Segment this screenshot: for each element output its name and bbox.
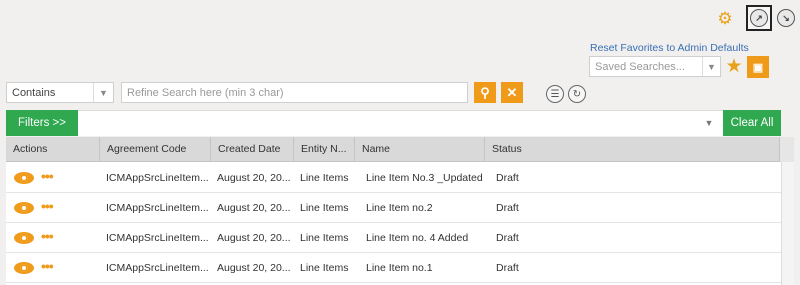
close-icon: ✕ xyxy=(506,84,518,100)
filters-button[interactable]: Filters >> xyxy=(6,110,78,136)
more-actions-icon[interactable]: ••• xyxy=(41,169,54,183)
table-row[interactable]: ••• ICMAppSrcLineItem... August 20, 20..… xyxy=(6,223,781,253)
view-icon[interactable] xyxy=(14,262,34,274)
cell-agreement-code: ICMAppSrcLineItem... xyxy=(106,232,209,244)
filter-bar xyxy=(6,110,781,136)
search-input[interactable] xyxy=(121,82,468,103)
cell-entity: Line Items xyxy=(300,262,349,274)
table-row[interactable]: ••• ICMAppSrcLineItem... August 20, 20..… xyxy=(6,253,781,283)
gear-icon[interactable]: ⚙ xyxy=(716,10,734,28)
refresh-icon[interactable]: ↻ xyxy=(568,85,586,103)
cell-entity: Line Items xyxy=(300,232,349,244)
table-header: Actions Agreement Code Created Date Enti… xyxy=(6,137,794,162)
saved-searches-select[interactable]: Saved Searches... ▼ xyxy=(589,56,721,77)
table-row[interactable]: ••• ICMAppSrcLineItem... August 20, 20..… xyxy=(6,193,781,223)
chevron-down-icon[interactable]: ▼ xyxy=(700,110,718,136)
search-icon: ⚲ xyxy=(480,84,490,100)
import-icon: ↘ xyxy=(777,9,795,27)
more-actions-icon[interactable]: ••• xyxy=(41,259,54,273)
view-icon[interactable] xyxy=(14,172,34,184)
list-icon[interactable]: ☰ xyxy=(546,85,564,103)
column-header-name[interactable]: Name xyxy=(354,137,484,162)
column-header-status[interactable]: Status xyxy=(484,137,779,162)
cell-entity: Line Items xyxy=(300,202,349,214)
reset-favorites-link[interactable]: Reset Favorites to Admin Defaults xyxy=(590,42,749,54)
chevron-down-icon[interactable]: ▼ xyxy=(702,57,720,76)
import-button[interactable]: ↘ xyxy=(773,5,799,31)
header-scroll-cap xyxy=(779,137,794,162)
cell-name: Line Item no. 4 Added xyxy=(366,232,469,244)
save-search-button[interactable]: ▣ xyxy=(747,56,769,78)
more-actions-icon[interactable]: ••• xyxy=(41,199,54,213)
clear-all-button[interactable]: Clear All xyxy=(723,110,781,136)
table-row[interactable]: ••• ICMAppSrcLineItem... August 20, 20..… xyxy=(6,163,781,193)
column-header-actions[interactable]: Actions xyxy=(6,137,99,162)
cell-agreement-code: ICMAppSrcLineItem... xyxy=(106,262,209,274)
cell-agreement-code: ICMAppSrcLineItem... xyxy=(106,172,209,184)
vertical-scrollbar[interactable] xyxy=(781,162,794,285)
search-button[interactable]: ⚲ xyxy=(474,82,496,103)
export-button[interactable]: ↗ xyxy=(746,5,772,31)
cell-entity: Line Items xyxy=(300,172,349,184)
cell-name: Line Item No.3 _Updated xyxy=(366,172,483,184)
cell-created-date: August 20, 20... xyxy=(217,172,291,184)
save-icon: ▣ xyxy=(752,61,764,74)
cell-created-date: August 20, 20... xyxy=(217,202,291,214)
cell-name: Line Item no.1 xyxy=(366,262,433,274)
column-header-entity-name[interactable]: Entity N... xyxy=(293,137,354,162)
cell-created-date: August 20, 20... xyxy=(217,262,291,274)
more-actions-icon[interactable]: ••• xyxy=(41,229,54,243)
cell-status: Draft xyxy=(496,202,519,214)
chevron-down-icon[interactable]: ▼ xyxy=(93,83,113,102)
saved-searches-placeholder: Saved Searches... xyxy=(595,60,685,73)
cell-status: Draft xyxy=(496,232,519,244)
column-header-agreement-code[interactable]: Agreement Code xyxy=(99,137,210,162)
view-icon[interactable] xyxy=(14,232,34,244)
cell-name: Line Item no.2 xyxy=(366,202,433,214)
search-operator-select[interactable]: Contains ▼ xyxy=(6,82,114,103)
star-icon[interactable]: ★ xyxy=(724,56,744,78)
cell-status: Draft xyxy=(496,172,519,184)
column-header-created-date[interactable]: Created Date xyxy=(210,137,293,162)
view-icon[interactable] xyxy=(14,202,34,214)
clear-search-button[interactable]: ✕ xyxy=(501,82,523,103)
cell-agreement-code: ICMAppSrcLineItem... xyxy=(106,202,209,214)
cell-status: Draft xyxy=(496,262,519,274)
search-operator-value: Contains xyxy=(12,86,56,99)
export-icon: ↗ xyxy=(750,9,768,27)
results-table: Actions Agreement Code Created Date Enti… xyxy=(6,137,794,285)
cell-created-date: August 20, 20... xyxy=(217,232,291,244)
